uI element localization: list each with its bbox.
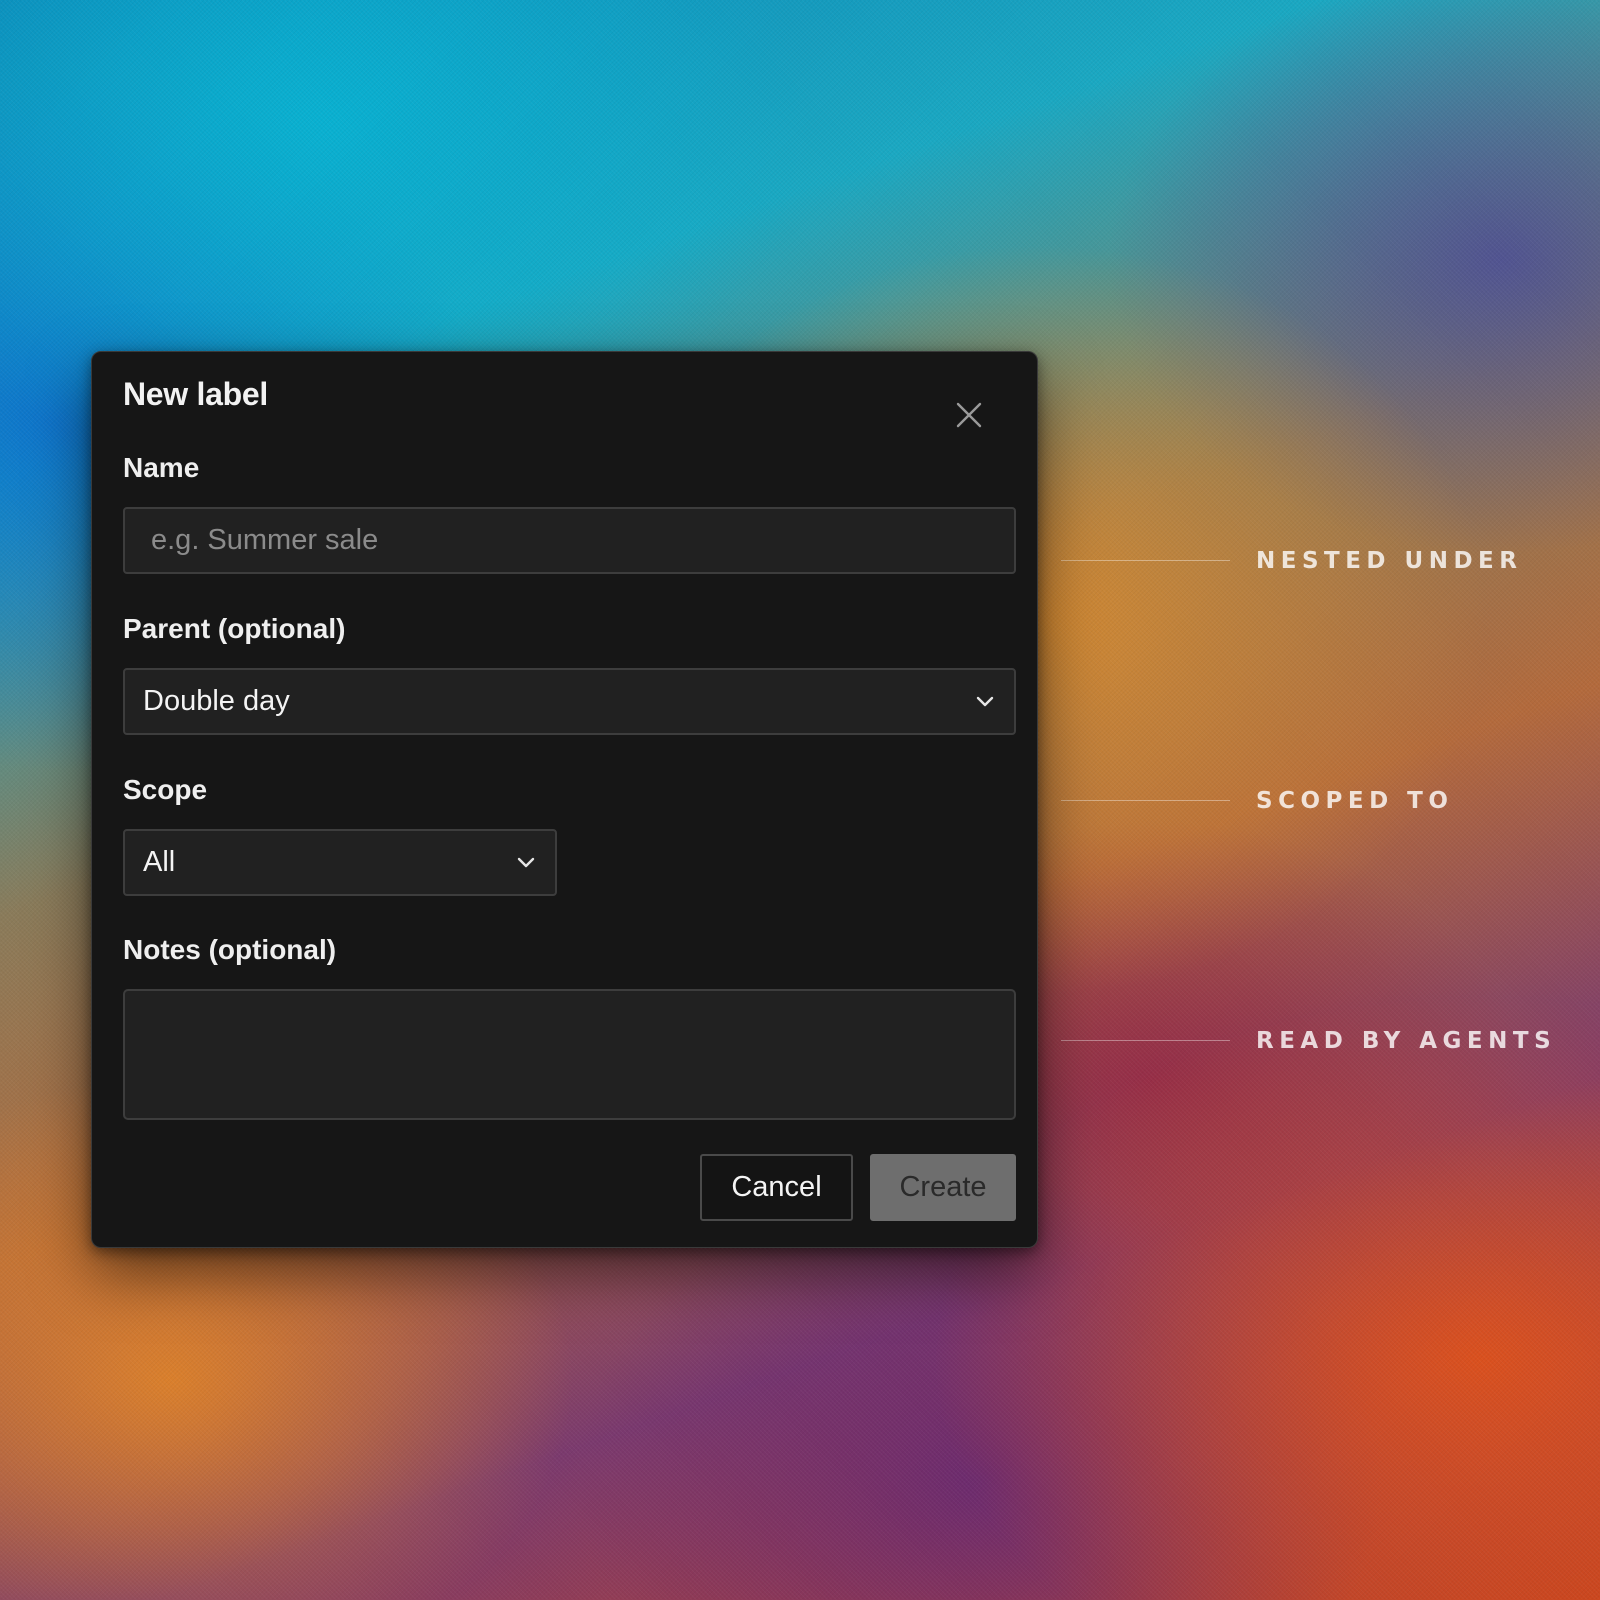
callout-scoped-to: SCOPED TO: [1256, 788, 1454, 814]
close-icon: [956, 402, 982, 428]
parent-label: Parent (optional): [123, 613, 346, 644]
chevron-down-icon: [517, 857, 535, 869]
cancel-button[interactable]: Cancel: [700, 1154, 853, 1221]
callout-connector-line: [1061, 1040, 1230, 1041]
name-input[interactable]: [123, 507, 1016, 574]
name-label: Name: [123, 452, 200, 483]
chevron-down-icon: [976, 696, 994, 708]
create-button[interactable]: Create: [870, 1154, 1016, 1221]
callout-read-by-agents: READ BY AGENTS: [1256, 1028, 1557, 1054]
scope-label: Scope: [123, 774, 208, 805]
new-label-dialog: New label Name Parent (optional) Double …: [91, 351, 1038, 1248]
callout-nested-under: NESTED UNDER: [1256, 548, 1523, 574]
close-button[interactable]: [954, 400, 984, 430]
dialog-title: New label: [123, 376, 268, 412]
notes-label: Notes (optional): [123, 934, 337, 965]
parent-select-value: Double day: [143, 685, 290, 717]
notes-textarea[interactable]: [123, 989, 1016, 1120]
scope-select-value: All: [143, 846, 176, 878]
parent-select[interactable]: Double day: [123, 668, 1016, 735]
callout-connector-line: [1061, 800, 1230, 801]
scope-select[interactable]: All: [123, 829, 557, 896]
callout-connector-line: [1061, 560, 1230, 561]
